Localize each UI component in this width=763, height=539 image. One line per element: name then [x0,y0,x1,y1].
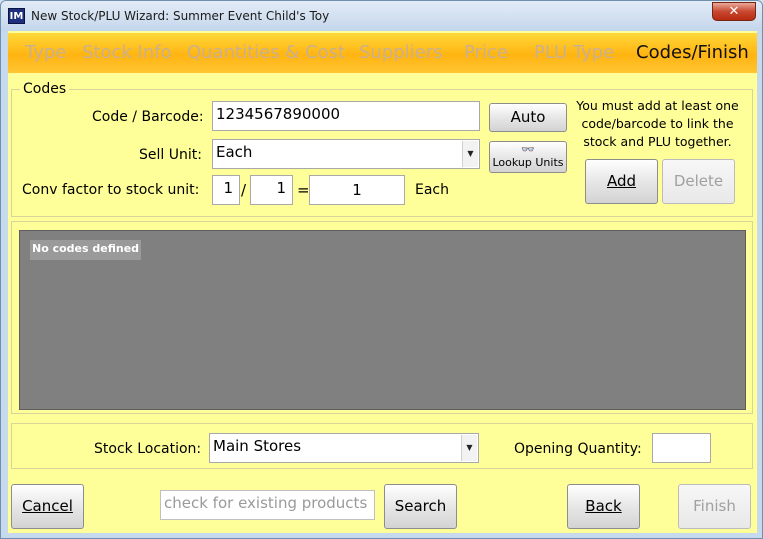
finish-button[interactable]: Finish [678,484,751,529]
add-button-label: Add [606,172,637,190]
lookup-units-button[interactable]: 👓 Lookup Units [489,141,567,173]
title-bar[interactable]: IM New Stock/PLU Wizard: Summer Event Ch… [1,1,762,31]
conv-factor-num2-value: 1 [276,179,286,197]
tab-plu-type[interactable]: PLU Type [534,42,614,63]
sell-unit-value: Each [216,143,253,161]
wizard-client: Type Stock Info Quantities & Cost Suppli… [8,31,757,533]
conv-factor-label: Conv factor to stock unit: [22,182,200,198]
tab-type[interactable]: Type [25,42,66,63]
glasses-icon: 👓 [521,143,535,156]
tab-codes-finish[interactable]: Codes/Finish [636,42,749,63]
window-title: New Stock/PLU Wizard: Summer Event Child… [31,9,330,23]
conv-factor-num1-value: 1 [223,179,233,197]
code-barcode-value: 1234567890000 [216,105,341,123]
back-button[interactable]: Back [567,484,640,529]
sell-unit-label: Sell Unit: [139,147,202,163]
tab-suppliers[interactable]: Suppliers [359,42,443,63]
app-icon: IM [8,8,25,24]
conv-unit-label: Each [415,182,449,198]
conv-result-value: 1 [352,181,362,199]
add-button[interactable]: Add [585,159,658,204]
sell-unit-dropdown-arrow-icon[interactable]: ▼ [462,141,478,167]
auto-button[interactable]: Auto [489,103,567,132]
codes-list[interactable]: No codes defined [19,230,746,410]
wizard-steps: Type Stock Info Quantities & Cost Suppli… [8,33,757,73]
info-text: You must add at least one code/barcode t… [576,98,739,149]
stock-location-select[interactable]: Main Stores ▼ [209,433,479,463]
codes-legend: Codes [20,81,70,97]
conv-factor-num2-input[interactable]: 1 [250,175,293,205]
opening-quantity-label: Opening Quantity: [514,441,642,457]
wizard-window: IM New Stock/PLU Wizard: Summer Event Ch… [0,0,763,539]
tab-stock-info[interactable]: Stock Info [82,42,172,63]
code-barcode-input[interactable]: 1234567890000 [212,101,480,131]
tab-price[interactable]: Price [464,42,508,63]
code-barcode-label: Code / Barcode: [92,109,204,125]
sell-unit-select[interactable]: Each ▼ [212,139,480,169]
stock-location-label: Stock Location: [94,441,202,457]
cancel-button-label: Cancel [22,497,73,515]
conv-result-field: 1 [309,175,405,205]
conv-factor-num1-input[interactable]: 1 [212,175,240,205]
search-button[interactable]: Search [384,484,457,529]
delete-button[interactable]: Delete [662,159,735,204]
tab-quantities-cost[interactable]: Quantities & Cost [187,42,345,63]
opening-quantity-input[interactable] [652,433,711,463]
lookup-units-label: Lookup Units [492,156,564,169]
product-search-placeholder: check for existing products [164,494,368,512]
stock-location-value: Main Stores [213,437,302,455]
cancel-button[interactable]: Cancel [11,484,84,529]
close-button[interactable]: ✕ [712,2,756,21]
no-codes-message: No codes defined [30,240,141,260]
stock-location-dropdown-arrow-icon[interactable]: ▼ [461,435,477,461]
back-button-label: Back [585,497,622,515]
conv-slash: / [241,181,247,199]
product-search-input[interactable]: check for existing products [160,490,375,520]
conv-equals: = [297,181,310,199]
